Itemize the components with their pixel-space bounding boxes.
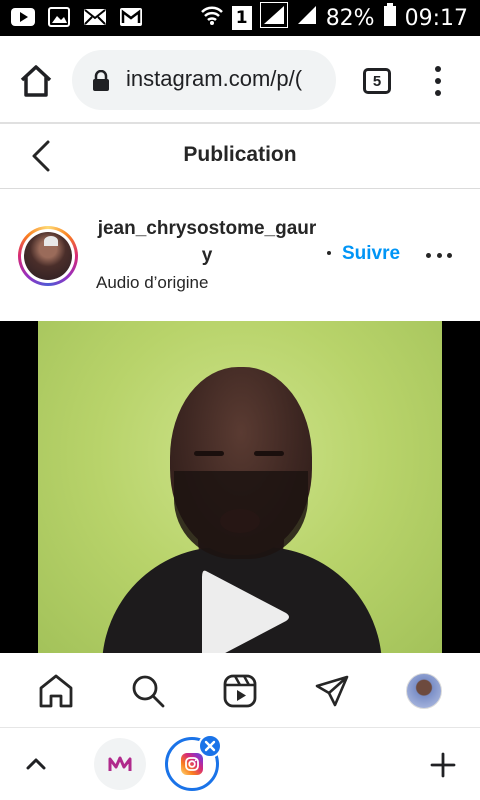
tab-thumbnail[interactable]: [94, 738, 146, 790]
battery-icon: [383, 3, 397, 33]
post-username[interactable]: jean_chrysostome_gaury: [96, 215, 318, 269]
email-notification-icon: [82, 6, 108, 28]
lock-icon: [92, 69, 110, 97]
plus-icon: [430, 752, 456, 778]
home-icon: [39, 674, 73, 708]
search-icon: [132, 675, 165, 708]
separator-dot: [327, 251, 331, 255]
clock: 09:17: [404, 5, 468, 31]
page-title: Publication: [183, 143, 297, 166]
play-icon: [202, 570, 289, 653]
wifi-icon: [200, 4, 224, 32]
gmail-notification-icon: [118, 6, 144, 28]
page-header: Publication: [0, 124, 480, 188]
status-bar: 1 82% 09:17: [0, 0, 480, 36]
instagram-bottom-nav: [0, 653, 480, 727]
direct-icon: [315, 675, 349, 707]
tab-switcher-button[interactable]: 5: [363, 68, 391, 94]
address-bar[interactable]: instagram.com/p/(: [72, 50, 336, 110]
post-video[interactable]: [0, 321, 480, 653]
play-button[interactable]: [198, 567, 294, 653]
reels-icon: [223, 674, 257, 708]
audio-label[interactable]: Audio d’origine: [96, 273, 208, 293]
dot-icon: [435, 78, 441, 84]
instagram-favicon-icon: [181, 753, 203, 775]
more-options-button[interactable]: [426, 253, 452, 259]
story-avatar[interactable]: [18, 226, 78, 286]
browser-tab-strip: [0, 728, 480, 800]
nav-home[interactable]: [38, 673, 74, 709]
close-icon: [204, 740, 216, 752]
profile-avatar: [406, 673, 442, 709]
post-header: jean_chrysostome_gaury Audio d’origine S…: [0, 189, 480, 321]
follow-button[interactable]: Suivre: [342, 243, 400, 265]
nav-profile[interactable]: [406, 673, 442, 709]
browser-menu-button[interactable]: [430, 66, 446, 96]
signal-strength-2-icon: [296, 4, 318, 32]
browser-toolbar: instagram.com/p/( 5: [0, 36, 480, 122]
dot-icon: [447, 253, 452, 258]
site-favicon-icon: [108, 756, 132, 771]
expand-tabs-button[interactable]: [24, 752, 48, 781]
dot-icon: [426, 253, 431, 258]
dot-icon: [435, 66, 441, 72]
dot-icon: [436, 253, 442, 258]
youtube-notification-icon: [10, 6, 36, 28]
sim-indicator: 1: [231, 6, 252, 30]
gallery-notification-icon: [46, 6, 72, 28]
nav-search[interactable]: [130, 673, 166, 709]
url-text: instagram.com/p/(: [126, 66, 303, 91]
new-tab-button[interactable]: [430, 752, 456, 783]
signal-strength-icon: [258, 1, 289, 34]
avatar: [24, 232, 72, 280]
house-icon: [20, 65, 52, 97]
nav-direct[interactable]: [314, 673, 350, 709]
home-button[interactable]: [18, 64, 54, 98]
close-tab-button[interactable]: [198, 734, 222, 758]
nav-reels[interactable]: [222, 673, 258, 709]
battery-percent: 82%: [325, 5, 375, 31]
chevron-up-icon: [26, 758, 46, 770]
dot-icon: [435, 90, 441, 96]
